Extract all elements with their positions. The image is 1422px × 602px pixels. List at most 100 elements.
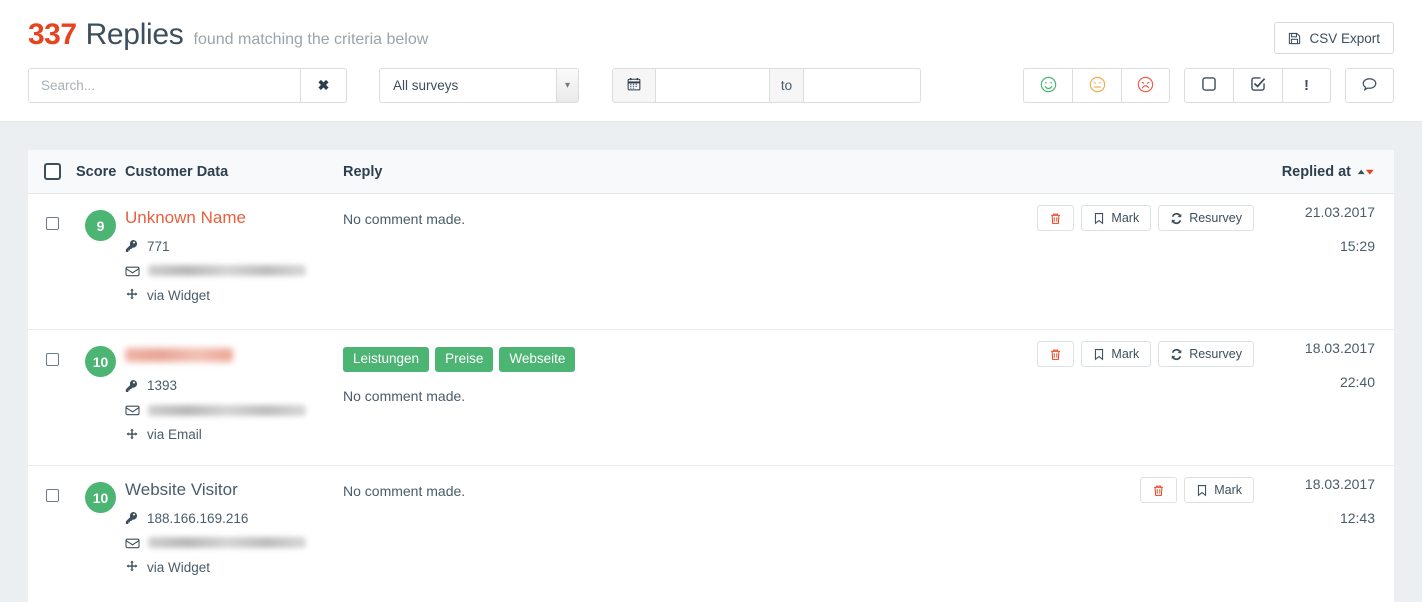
- reply-source: via Widget: [147, 287, 211, 303]
- smiley-sad-icon: [1137, 76, 1154, 96]
- reply-text: No comment made.: [343, 387, 466, 404]
- customer-data-cell: Unknown Name 771 via Widget: [125, 208, 343, 329]
- trash-icon: [1049, 212, 1062, 225]
- mark-button[interactable]: Mark: [1184, 477, 1254, 503]
- row-select-checkbox[interactable]: [45, 353, 59, 366]
- clear-search-button[interactable]: ✖: [300, 68, 347, 103]
- move-icon: [125, 560, 139, 574]
- resurvey-button[interactable]: Resurvey: [1158, 341, 1254, 367]
- customer-data-cell: 1393 via Email: [125, 344, 343, 465]
- calendar-button[interactable]: [612, 68, 656, 103]
- column-reply[interactable]: Reply: [343, 164, 1274, 180]
- delete-button[interactable]: [1037, 341, 1075, 367]
- replied-time: 12:43: [1339, 510, 1375, 526]
- filter-buttons: !: [1023, 68, 1394, 103]
- square-icon: [1201, 76, 1217, 95]
- key-icon: [125, 379, 139, 393]
- column-replied-at[interactable]: Replied at: [1274, 164, 1394, 180]
- comment-filter-group: [1345, 68, 1394, 103]
- select-all-checkbox[interactable]: [43, 163, 61, 180]
- score-cell: 9: [76, 208, 125, 329]
- smiley-happy-icon: [1040, 76, 1057, 96]
- delete-button[interactable]: [1140, 477, 1178, 503]
- filter-marked-button[interactable]: [1233, 68, 1282, 103]
- customer-email-row: [125, 403, 343, 417]
- mark-button[interactable]: Mark: [1081, 341, 1152, 367]
- chevron-down-icon: ▾: [556, 69, 578, 102]
- row-select-checkbox[interactable]: [45, 217, 59, 230]
- customer-id-row: 1393: [125, 378, 343, 393]
- date-to-input[interactable]: [803, 68, 921, 103]
- sort-arrows: [1356, 166, 1375, 178]
- survey-select[interactable]: All surveys ▾: [379, 68, 579, 103]
- customer-email-redacted: [148, 265, 306, 277]
- sort-icon: [1357, 169, 1374, 175]
- delete-button[interactable]: [1037, 205, 1075, 231]
- row-select-cell: [28, 208, 76, 329]
- customer-id: 771: [147, 238, 170, 254]
- envelope-icon: [125, 264, 140, 278]
- sentiment-filter-group: [1023, 68, 1170, 103]
- check-square-icon: [1250, 76, 1266, 95]
- row-select-cell: [28, 344, 76, 465]
- save-icon: [1288, 32, 1301, 45]
- filter-important-button[interactable]: !: [1282, 68, 1331, 103]
- date-from-input[interactable]: [656, 68, 770, 103]
- date-range-separator: to: [770, 68, 803, 103]
- replied-time: 15:29: [1339, 238, 1375, 254]
- bookmark-icon: [1196, 484, 1208, 497]
- customer-id: 1393: [147, 378, 178, 393]
- customer-id-row: 771: [125, 239, 343, 254]
- calendar-icon: [627, 77, 641, 94]
- close-icon: ✖: [317, 77, 330, 93]
- resurvey-button-label: Resurvey: [1189, 211, 1242, 225]
- page-subtitle: found matching the criteria below: [193, 31, 429, 48]
- score-badge: 10: [85, 482, 116, 513]
- column-score[interactable]: Score: [76, 164, 125, 180]
- trash-icon: [1152, 484, 1165, 497]
- csv-export-button[interactable]: CSV Export: [1274, 22, 1394, 54]
- table-header: Score Customer Data Reply Replied at: [28, 150, 1394, 194]
- row-select-checkbox[interactable]: [45, 489, 59, 502]
- replied-at-cell: 18.03.2017 12:43: [1265, 477, 1375, 525]
- survey-select-value: All surveys: [393, 78, 459, 93]
- customer-email-redacted: [148, 537, 306, 549]
- search-input[interactable]: [28, 68, 300, 103]
- mark-button[interactable]: Mark: [1081, 205, 1152, 231]
- customer-email-row: [125, 264, 343, 278]
- bookmark-icon: [1093, 348, 1105, 361]
- filter-form: ✖ All surveys ▾: [28, 68, 921, 103]
- filter-unmarked-button[interactable]: [1184, 68, 1233, 103]
- csv-export-label: CSV Export: [1309, 30, 1380, 46]
- reply-tag[interactable]: Preise: [435, 347, 494, 372]
- search-group: ✖: [28, 68, 347, 103]
- page-title: 337 Replies found matching the criteria …: [28, 20, 428, 50]
- customer-data-cell: Website Visitor 188.166.169.216 via Widget: [125, 480, 343, 602]
- date-separator-label: to: [780, 78, 793, 93]
- state-filter-group: !: [1184, 68, 1331, 103]
- customer-name[interactable]: Unknown Name: [125, 208, 343, 228]
- filter-detractor-button[interactable]: [1121, 68, 1170, 103]
- key-icon: [125, 511, 139, 525]
- envelope-icon: [125, 536, 140, 550]
- customer-email-redacted: [148, 404, 306, 416]
- filter-passive-button[interactable]: [1072, 68, 1121, 103]
- key-icon: [125, 239, 139, 253]
- filter-has-comment-button[interactable]: [1345, 68, 1394, 103]
- score-cell: 10: [76, 344, 125, 465]
- top-bar: 337 Replies found matching the criteria …: [0, 0, 1422, 122]
- customer-name: Website Visitor: [125, 480, 238, 499]
- reply-tag[interactable]: Leistungen: [343, 347, 430, 372]
- refresh-icon: [1170, 348, 1183, 361]
- reply-source: via Widget: [147, 559, 211, 575]
- envelope-icon: [125, 403, 140, 417]
- customer-name-redacted[interactable]: [125, 348, 233, 362]
- reply-tag[interactable]: Webseite: [499, 347, 576, 372]
- customer-email-row: [125, 536, 343, 550]
- replied-time: 22:40: [1339, 374, 1375, 390]
- table-row: 9 Unknown Name 771 via Widget No comment mad…: [28, 194, 1394, 330]
- reply-source-row: via Email: [125, 427, 343, 442]
- column-customer-data[interactable]: Customer Data: [125, 164, 343, 180]
- resurvey-button[interactable]: Resurvey: [1158, 205, 1254, 231]
- filter-promoter-button[interactable]: [1023, 68, 1072, 103]
